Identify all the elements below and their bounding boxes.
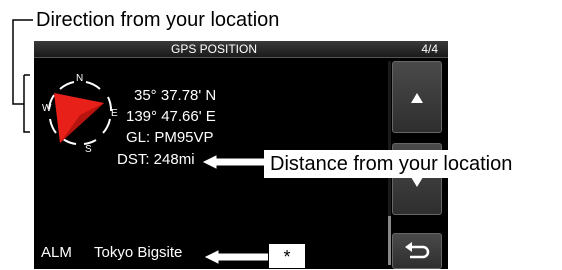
note-mark: * bbox=[268, 243, 306, 269]
callout-arrows bbox=[202, 155, 269, 264]
